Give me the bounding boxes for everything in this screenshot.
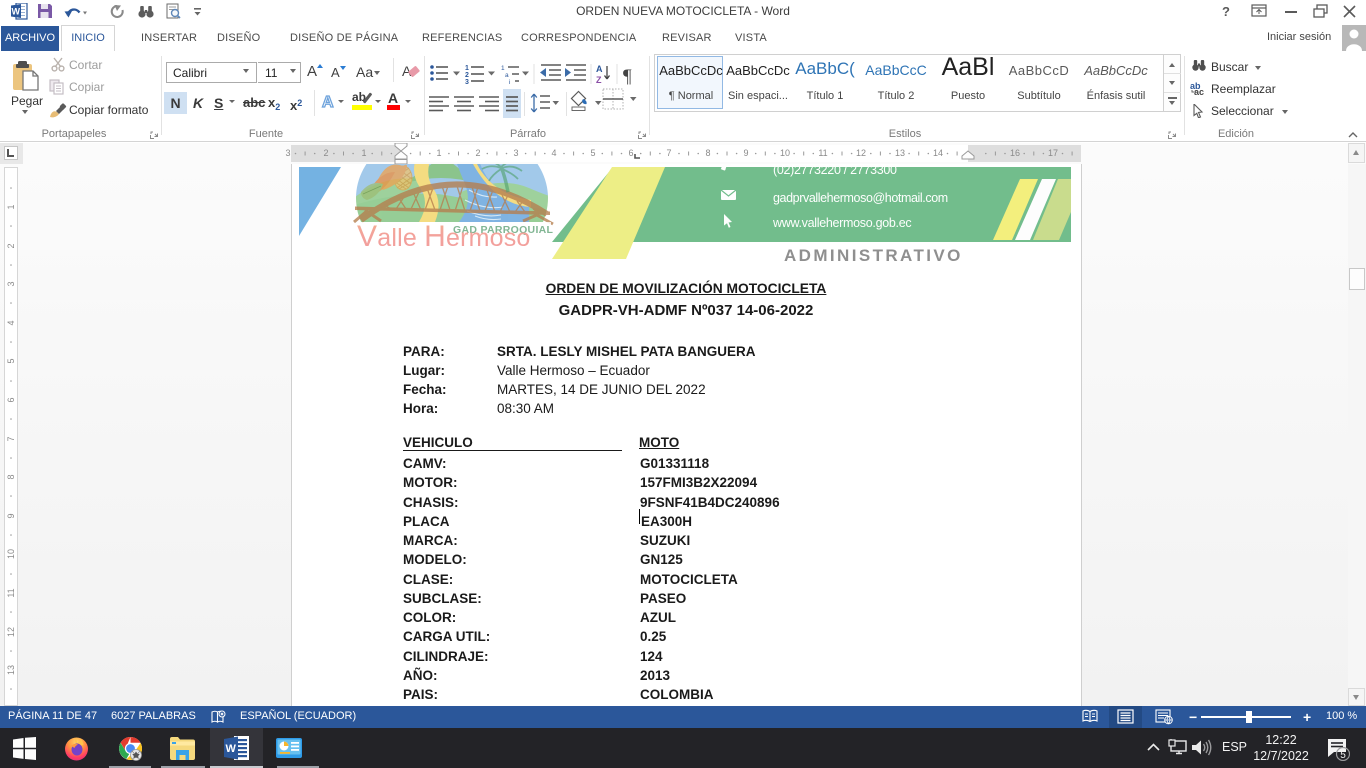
- svg-text:6: 6: [628, 148, 633, 158]
- svg-text:1: 1: [361, 148, 366, 158]
- svg-text:9: 9: [743, 148, 748, 158]
- svg-text:3: 3: [285, 148, 290, 158]
- svg-text:2: 2: [465, 72, 469, 79]
- svg-text:¶: ¶: [623, 66, 632, 87]
- svg-text:3: 3: [513, 148, 518, 158]
- svg-text:17: 17: [1048, 148, 1058, 158]
- svg-text:16: 16: [1010, 148, 1020, 158]
- svg-text:1: 1: [436, 148, 441, 158]
- svg-text:11: 11: [818, 148, 827, 158]
- svg-text:5: 5: [1340, 750, 1346, 761]
- svg-text:5: 5: [590, 148, 595, 158]
- svg-text:1: 1: [465, 65, 469, 72]
- svg-text:2: 2: [475, 148, 480, 158]
- svg-text:Z: Z: [596, 75, 602, 85]
- svg-text:8: 8: [705, 148, 710, 158]
- svg-text:4: 4: [551, 148, 556, 158]
- svg-text:7: 7: [666, 148, 671, 158]
- svg-text:12: 12: [856, 148, 866, 158]
- svg-text:i: i: [509, 79, 510, 86]
- svg-text:13: 13: [895, 148, 905, 158]
- svg-text:W: W: [226, 743, 237, 755]
- svg-text:?: ?: [1222, 4, 1230, 19]
- svg-text:1: 1: [501, 65, 505, 72]
- svg-text:14: 14: [933, 148, 943, 158]
- svg-text:10: 10: [780, 148, 790, 158]
- svg-text:a: a: [505, 72, 509, 79]
- svg-text:A: A: [596, 64, 603, 74]
- svg-text:2: 2: [323, 148, 328, 158]
- svg-text:3: 3: [465, 79, 469, 86]
